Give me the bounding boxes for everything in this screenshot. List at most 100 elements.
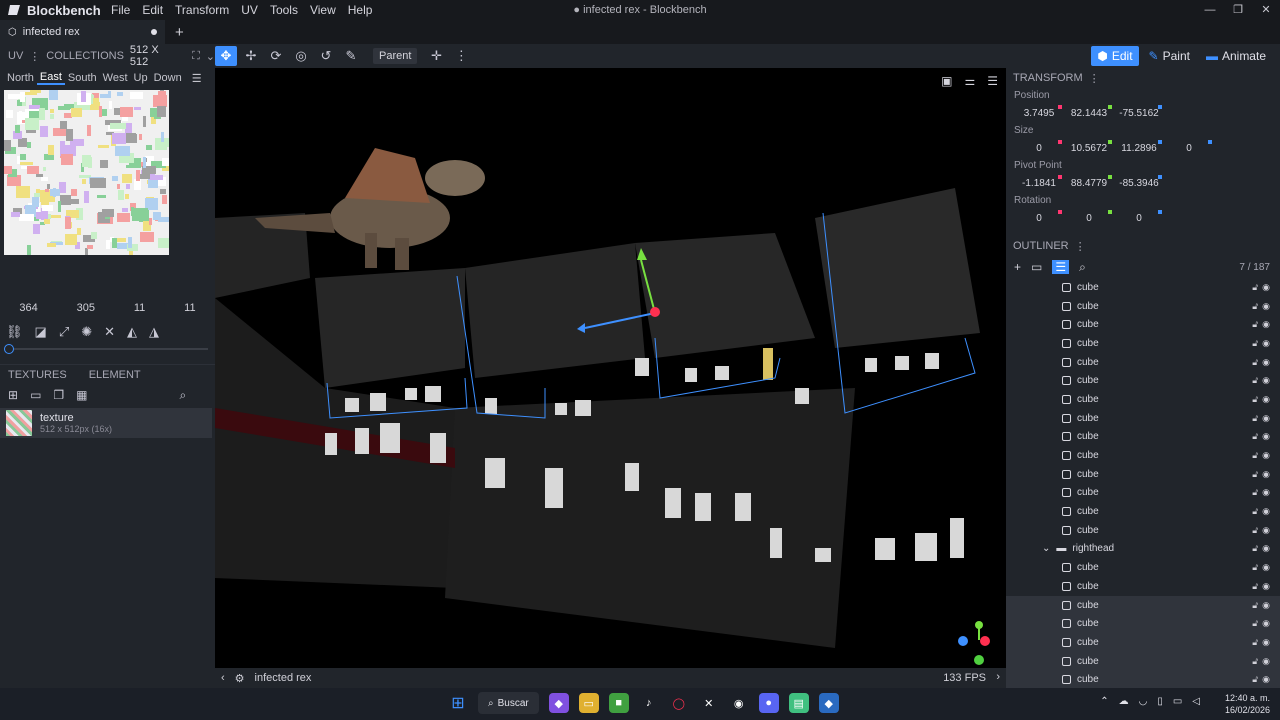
uv-face-rect[interactable]: [58, 201, 61, 212]
outliner-item[interactable]: cube 🔓︎ ◉: [1006, 502, 1280, 521]
folder-icon[interactable]: ▭: [30, 388, 41, 403]
uv-face-rect[interactable]: [82, 155, 91, 167]
import-texture-icon[interactable]: ⊞: [8, 388, 18, 403]
face-south[interactable]: South: [65, 72, 100, 84]
uv-face-rect[interactable]: [48, 145, 54, 155]
uv-face-rect[interactable]: [118, 190, 124, 200]
new-tab-button[interactable]: +: [165, 24, 194, 41]
uv-face-rect[interactable]: [39, 108, 45, 120]
outliner-item[interactable]: cube 🔓︎ ◉: [1006, 446, 1280, 465]
menu-uv[interactable]: UV: [235, 3, 264, 17]
mirror-y-icon[interactable]: ◮: [149, 324, 159, 340]
chrome-icon[interactable]: ◉: [729, 693, 749, 713]
menu-view[interactable]: View: [304, 3, 342, 17]
lock-icon[interactable]: 🔓︎: [1252, 543, 1258, 554]
slider-knob[interactable]: [4, 344, 14, 354]
eye-icon[interactable]: ◉: [1262, 487, 1270, 498]
uv-face-rect[interactable]: [20, 154, 26, 160]
clock[interactable]: 12:40 a. m. 16/02/2026: [1225, 692, 1270, 716]
uv-face-rect[interactable]: [126, 165, 136, 168]
uv-face-rect[interactable]: [122, 174, 132, 183]
uv-face-rect[interactable]: [125, 194, 129, 199]
uv-face-rect[interactable]: [26, 210, 33, 213]
lock-icon[interactable]: 🔓︎: [1252, 338, 1258, 349]
uv-options-icon[interactable]: ☰: [189, 72, 205, 85]
rotation-z[interactable]: 0: [1114, 209, 1164, 224]
pivot-icon[interactable]: ◎: [290, 46, 312, 66]
vertex-snap-icon[interactable]: ↺: [315, 46, 337, 66]
uv-face-rect[interactable]: [162, 158, 169, 166]
uv-x[interactable]: 364: [19, 302, 37, 314]
uv-face-rect[interactable]: [50, 114, 54, 119]
uv-face-rect[interactable]: [36, 212, 48, 219]
uv-face-rect[interactable]: [162, 195, 167, 204]
uv-face-rect[interactable]: [110, 123, 126, 129]
outliner-item[interactable]: cube 🔓︎ ◉: [1006, 315, 1280, 334]
uv-face-rect[interactable]: [140, 174, 150, 179]
size-z[interactable]: 11.2896: [1114, 139, 1164, 154]
uv-face-rect[interactable]: [126, 184, 130, 189]
eye-icon[interactable]: ◉: [1262, 282, 1270, 293]
face-up[interactable]: Up: [131, 72, 151, 84]
toolbar-more-icon[interactable]: ⋮: [450, 46, 472, 66]
maximize-icon[interactable]: ❐: [1224, 0, 1252, 20]
uv-face-rect[interactable]: [71, 189, 77, 196]
position-x[interactable]: 3.7495: [1014, 104, 1064, 119]
uv-face-rect[interactable]: [17, 156, 20, 164]
uv-face-rect[interactable]: [102, 209, 114, 217]
add-group-icon[interactable]: ▭: [1031, 260, 1042, 274]
uv-face-rect[interactable]: [90, 178, 106, 188]
eye-icon[interactable]: ◉: [1262, 413, 1270, 424]
pivot-y[interactable]: 88.4779: [1064, 174, 1114, 189]
uv-face-rect[interactable]: [27, 166, 39, 174]
eye-icon[interactable]: ◉: [1262, 394, 1270, 405]
outliner-item[interactable]: cube 🔓︎ ◉: [1006, 670, 1280, 688]
uv-face-rect[interactable]: [23, 92, 37, 95]
uv-face-rect[interactable]: [82, 179, 86, 184]
eye-icon[interactable]: ◉: [1262, 562, 1270, 573]
file-explorer-icon[interactable]: ▭: [578, 693, 599, 713]
app-icon[interactable]: ▤: [788, 693, 809, 713]
uv-face-rect[interactable]: [143, 116, 146, 127]
lock-icon[interactable]: 🔓︎: [1252, 282, 1258, 293]
mic-icon[interactable]: ▯: [1157, 696, 1163, 707]
eye-icon[interactable]: ◉: [1262, 450, 1270, 461]
outliner-item[interactable]: cube 🔓︎ ◉: [1006, 334, 1280, 353]
search-icon[interactable]: ⌕: [1079, 260, 1086, 275]
more-icon[interactable]: ⋮: [1089, 72, 1100, 85]
uv-face-rect[interactable]: [33, 224, 40, 234]
uv-face-rect[interactable]: [20, 162, 33, 165]
lock-icon[interactable]: 🔓︎: [1252, 413, 1258, 424]
uv-face-rect[interactable]: [36, 174, 43, 177]
hamburger-icon[interactable]: ☰: [987, 74, 998, 88]
lock-icon[interactable]: 🔓︎: [1252, 525, 1258, 536]
uv-face-rect[interactable]: [6, 110, 13, 118]
outliner-item[interactable]: cube 🔓︎ ◉: [1006, 390, 1280, 409]
search-icon[interactable]: ⌕: [180, 388, 187, 403]
element-tab[interactable]: ELEMENT: [89, 369, 141, 381]
outliner-item[interactable]: cube 🔓︎ ◉: [1006, 409, 1280, 428]
uv-face-rect[interactable]: [41, 177, 48, 181]
uv-face-rect[interactable]: [158, 91, 166, 99]
uv-face-rect[interactable]: [130, 92, 143, 99]
opera-icon[interactable]: ◯: [669, 693, 689, 713]
eye-icon[interactable]: ◉: [1262, 525, 1270, 536]
lock-icon[interactable]: 🔓︎: [1252, 301, 1258, 312]
lock-icon[interactable]: 🔓︎: [1252, 637, 1258, 648]
lock-icon[interactable]: 🔓︎: [1252, 431, 1258, 442]
close-icon[interactable]: ✕: [1252, 0, 1280, 20]
uv-face-rect[interactable]: [139, 134, 142, 140]
uv-face-rect[interactable]: [32, 197, 39, 207]
uv-face-rect[interactable]: [16, 186, 30, 198]
uv-face-rect[interactable]: [66, 129, 73, 141]
uv-face-rect[interactable]: [40, 126, 48, 137]
uv-face-rect[interactable]: [115, 146, 130, 156]
uv-face-rect[interactable]: [53, 128, 63, 136]
uv-width[interactable]: 11: [134, 302, 145, 314]
uv-face-rect[interactable]: [45, 189, 49, 192]
cloud-icon[interactable]: ☁: [1119, 696, 1129, 707]
uv-face-rect[interactable]: [149, 175, 163, 180]
textures-tab[interactable]: TEXTURES: [8, 369, 67, 381]
taskbar-search[interactable]: ⌕ Buscar: [478, 692, 539, 714]
maximize-uv-icon[interactable]: ⤢: [59, 324, 69, 340]
